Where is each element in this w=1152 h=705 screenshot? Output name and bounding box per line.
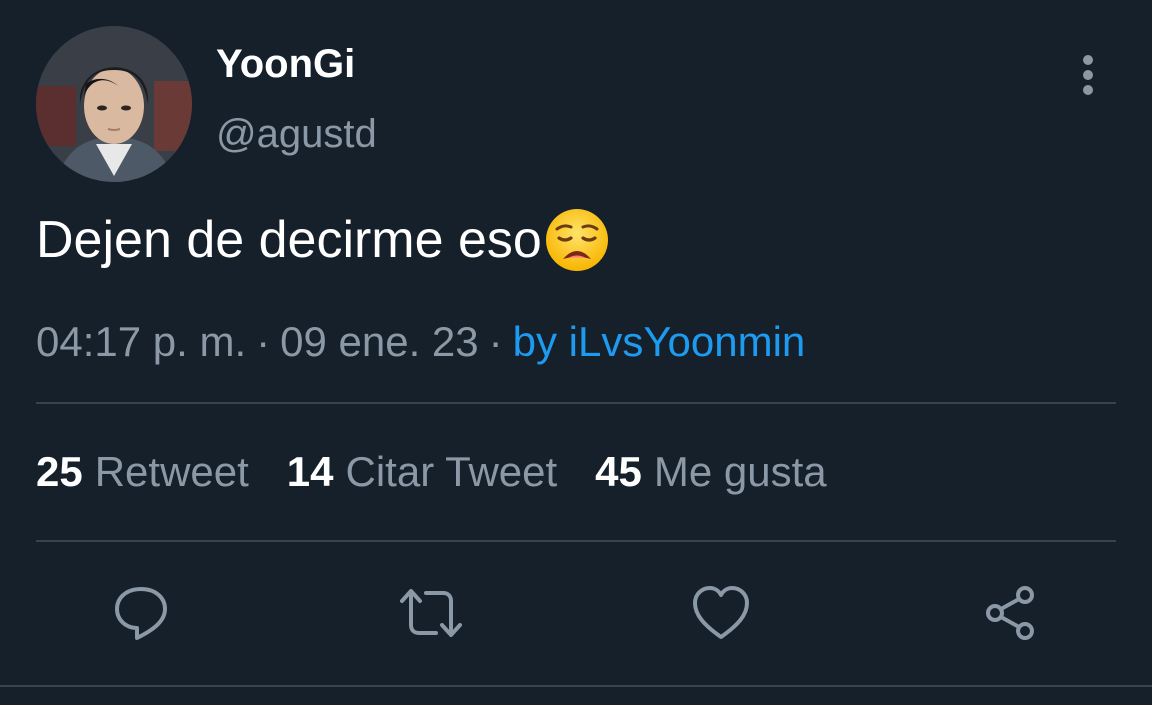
quote-count: 14 — [286, 448, 334, 495]
tweet-time: 04:17 p. m. — [36, 318, 247, 365]
like-count-stat[interactable]: 45 Me gusta — [595, 446, 826, 498]
retweet-button[interactable] — [398, 580, 464, 646]
display-name[interactable]: YoonGi — [216, 40, 355, 88]
reply-button[interactable] — [108, 580, 174, 646]
tweet-metadata: 04:17 p. m. · 09 ene. 23 · by iLvsYoonmin — [36, 316, 805, 368]
more-vertical-icon — [1083, 55, 1093, 95]
retweet-count-stat[interactable]: 25 Retweet — [36, 446, 249, 498]
bottom-divider — [0, 685, 1152, 687]
divider — [36, 540, 1116, 542]
share-icon — [986, 586, 1034, 640]
tweet-text: Dejen de decirme eso — [36, 207, 610, 273]
source-link[interactable]: by iLvsYoonmin — [513, 318, 806, 365]
like-count: 45 — [595, 448, 642, 495]
tweet-date: 09 ene. 23 — [280, 318, 479, 365]
quote-label: Citar Tweet — [345, 448, 558, 495]
avatar[interactable] — [36, 26, 192, 182]
retweet-icon — [400, 589, 462, 637]
weary-face-emoji-icon — [544, 207, 610, 273]
tweet-text-content: Dejen de decirme eso — [36, 211, 542, 269]
quote-count-stat[interactable]: 14 Citar Tweet — [287, 446, 557, 498]
divider — [36, 402, 1116, 404]
user-handle[interactable]: @agustd — [216, 110, 377, 158]
engagement-stats: 25 Retweet 14 Citar Tweet 45 Me gusta — [36, 446, 865, 498]
retweet-count: 25 — [36, 448, 83, 495]
reply-icon — [115, 587, 167, 640]
separator-dot: · — [488, 318, 503, 365]
like-label: Me gusta — [653, 448, 827, 495]
retweet-label: Retweet — [94, 448, 249, 495]
avatar-image — [36, 26, 192, 182]
separator-dot: · — [256, 318, 271, 365]
share-button[interactable] — [978, 580, 1044, 646]
heart-icon — [693, 586, 749, 639]
like-button[interactable] — [688, 580, 754, 646]
more-options-button[interactable] — [1070, 50, 1106, 100]
